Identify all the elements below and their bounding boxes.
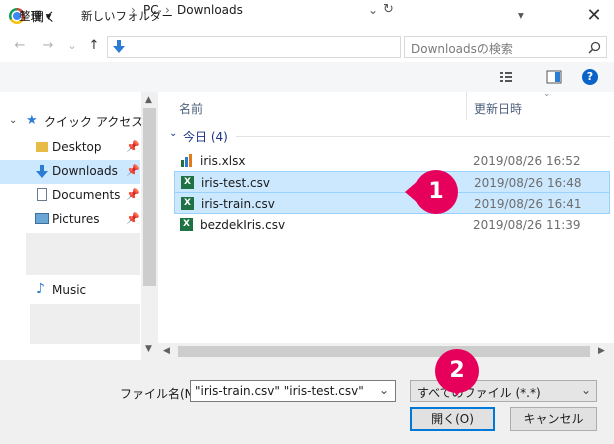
view-menu-arrow[interactable]: ▾ [518,8,524,22]
refresh-icon[interactable]: ↻ [383,2,394,17]
file-name: bezdekIris.csv [200,218,286,232]
csv-excel-icon: X [181,197,194,210]
up-arrow-icon[interactable]: ↑ [86,38,102,54]
blurred-item [26,233,140,275]
open-button[interactable]: 開く(O) [410,407,495,431]
pin-icon: 📌 [126,212,140,225]
sidebar-item-music[interactable]: ♪ Music [0,279,140,303]
cancel-button[interactable]: キャンセル [510,407,597,431]
group-collapse-icon[interactable]: ⌄ [169,128,177,139]
sidebar-item-label: Music [52,283,87,297]
document-icon [37,188,47,201]
forward-arrow-icon[interactable]: → [40,38,56,54]
sidebar-item-label: Documents [52,188,121,202]
sidebar-item-pictures[interactable]: Pictures 📌 [0,208,140,232]
pictures-icon [35,213,49,224]
column-header-modified[interactable]: 更新日時 [474,100,522,117]
music-note-icon: ♪ [36,281,45,297]
close-button[interactable]: ✕ [580,4,608,28]
hscroll-thumb[interactable] [178,346,590,357]
search-box[interactable]: Downloadsの検索 [404,36,607,58]
sidebar-item-downloads[interactable]: Downloads 📌 [0,160,140,184]
file-type-value: すべてのファイル (*.*) [417,386,541,400]
sidebar-scroll-thumb[interactable] [143,108,156,286]
download-location-icon [113,40,125,53]
scroll-up-icon[interactable]: ▲ [145,95,152,105]
file-date: 2019/08/26 16:52 [473,154,581,168]
sidebar-item-documents[interactable]: Documents 📌 [0,184,140,208]
sidebar-item-label: Pictures [52,212,100,226]
expand-chevron-icon[interactable]: ⌄ [9,115,17,126]
sidebar-item-desktop[interactable]: Desktop 📌 [0,136,140,160]
address-dropdown-icon[interactable]: ⌄ [368,3,378,17]
filename-dropdown-icon[interactable]: ⌄ [379,383,389,397]
quick-access-label[interactable]: クイック アクセス [44,113,143,130]
star-icon: ★ [26,113,38,128]
command-toolbar [0,62,614,92]
breadcrumb-downloads[interactable]: Downloads [177,3,243,17]
sort-indicator-icon: ⌄ [543,89,551,99]
csv-excel-icon: X [181,176,194,189]
view-options-icon[interactable] [499,70,513,84]
file-type-dropdown-icon[interactable]: ⌄ [581,383,591,397]
file-date: 2019/08/26 16:41 [474,197,582,211]
scroll-down-icon[interactable]: ▼ [145,344,152,354]
search-icon[interactable] [588,41,601,54]
recent-locations-icon[interactable]: ⌄ [64,38,80,54]
search-input[interactable]: Downloadsの検索 [411,40,513,57]
blurred-item [30,304,140,344]
group-header-today[interactable]: 今日 (4) [183,128,228,145]
file-row-iris-test[interactable]: X iris-test.csv 2019/08/26 16:48 [174,171,610,193]
new-folder-button[interactable]: 新しいフォルダー [81,8,173,24]
filename-field[interactable]: "iris-train.csv" "iris-test.csv" ⌄ [190,380,396,402]
pin-icon: 📌 [126,164,140,177]
help-icon[interactable]: ? [582,69,598,85]
callout-badge-1: 1 [414,170,458,214]
download-arrow-icon [36,165,48,178]
sidebar-item-label: Desktop [52,140,102,154]
organize-button[interactable]: 整理 ▾ [19,8,51,24]
file-row-iris-xlsx[interactable]: iris.xlsx 2019/08/26 16:52 [174,150,610,172]
file-name: iris-test.csv [201,176,270,190]
xlsx-icon [181,154,192,167]
file-date: 2019/08/26 11:39 [473,218,581,232]
folder-icon [36,142,48,152]
dialog-footer [0,360,614,444]
address-bar[interactable] [107,36,401,58]
preview-pane-icon[interactable] [546,69,562,85]
callout-badge-2: 2 [435,349,479,393]
file-name: iris-train.csv [201,197,275,211]
group-divider [236,136,610,137]
file-name: iris.xlsx [200,154,246,168]
file-date: 2019/08/26 16:48 [474,176,582,190]
filename-value[interactable]: "iris-train.csv" "iris-test.csv" [195,384,364,398]
pin-icon: 📌 [126,188,140,201]
scroll-right-icon[interactable]: ▶ [598,346,605,356]
pin-icon: 📌 [126,140,140,153]
column-divider [466,92,467,120]
scroll-left-icon[interactable]: ◀ [163,346,170,356]
column-header-name[interactable]: 名前 [179,100,203,117]
file-row-iris-train[interactable]: X iris-train.csv 2019/08/26 16:41 [174,192,610,214]
csv-excel-icon: X [180,218,193,231]
back-arrow-icon[interactable]: ← [12,38,28,54]
file-row-bezdekiris[interactable]: X bezdekIris.csv 2019/08/26 11:39 [174,214,610,236]
sidebar-item-label: Downloads [52,164,118,178]
